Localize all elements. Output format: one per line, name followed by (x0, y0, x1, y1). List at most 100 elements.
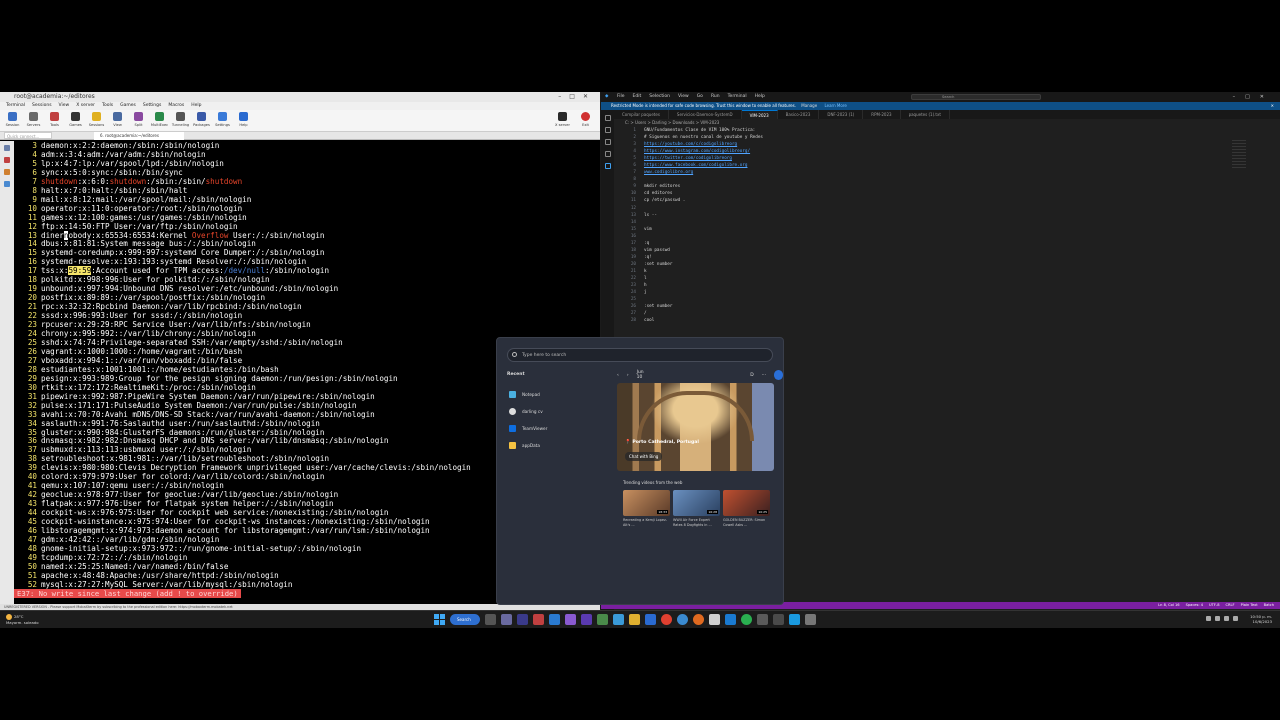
packages-button[interactable]: Packages (193, 112, 210, 127)
app4-icon[interactable] (805, 614, 816, 625)
profile-initial[interactable]: D (750, 373, 753, 378)
teams-icon[interactable] (517, 614, 528, 625)
tab-paquetes[interactable]: paquetes (1).txt (901, 110, 950, 119)
chevron-right-icon[interactable]: › (627, 373, 629, 378)
help-button[interactable]: Help (235, 112, 252, 127)
settings-taskbar-icon[interactable] (757, 614, 768, 625)
menu-tools[interactable]: Tools (102, 102, 113, 110)
terminal-icon[interactable] (597, 614, 608, 625)
start-search-input[interactable]: Type here to search (507, 348, 773, 362)
menu-run[interactable]: Run (711, 92, 720, 102)
menu-view[interactable]: View (59, 102, 70, 110)
menu-view[interactable]: View (678, 92, 689, 102)
menu-games[interactable]: Games (120, 102, 136, 110)
quick-connect-input[interactable]: Quick connect... (4, 132, 52, 139)
firefox-icon[interactable] (693, 614, 704, 625)
sessions-sidebar-icon[interactable] (4, 145, 10, 151)
task-view-icon[interactable] (485, 614, 496, 625)
learn-more-link[interactable]: Learn More (824, 103, 846, 108)
line-ending[interactable]: CRLF (1226, 602, 1235, 609)
edge-taskbar-icon[interactable] (677, 614, 688, 625)
exit-button[interactable]: Exit (577, 112, 594, 127)
command-search-input[interactable]: Search (911, 94, 1041, 100)
app-icon[interactable] (533, 614, 544, 625)
window-controls[interactable]: –□✕ (1233, 92, 1274, 102)
tab-vim-2023[interactable]: VIM-2023 (741, 110, 778, 119)
menu-go[interactable]: Go (697, 92, 703, 102)
xserver-button[interactable]: X server (554, 112, 571, 127)
macros-sidebar-icon[interactable] (4, 169, 10, 175)
servers-button[interactable]: Servers (25, 112, 42, 127)
visual-studio-icon[interactable] (565, 614, 576, 625)
windows-start-icon[interactable] (434, 614, 445, 625)
language-batch[interactable]: Batch (1264, 602, 1274, 609)
manage-link[interactable]: Manage (801, 103, 817, 108)
indentation[interactable]: Spaces: 4 (1186, 602, 1203, 609)
menu-selection[interactable]: Selection (649, 92, 670, 102)
cursor-position[interactable]: Ln 8, Col 16 (1158, 602, 1179, 609)
language-mode[interactable]: Plain Text (1241, 602, 1258, 609)
window-controls[interactable]: –□✕ (558, 92, 596, 102)
tools-button[interactable]: Tools (46, 112, 63, 127)
edge-icon[interactable] (613, 614, 624, 625)
bing-hero-image[interactable]: 📍 Porto Cathedral, Portugal Chat with Bi… (617, 383, 774, 471)
menu-help[interactable]: Help (191, 102, 201, 110)
wifi-icon[interactable] (1215, 616, 1220, 621)
tools-sidebar-icon[interactable] (4, 157, 10, 163)
extensions-icon[interactable] (604, 163, 611, 169)
encoding[interactable]: UTF-8 (1209, 602, 1219, 609)
app2-icon[interactable] (709, 614, 720, 625)
tab-compilar-paquetes[interactable]: Compilar paquetes (614, 110, 669, 119)
speaker-icon[interactable] (1224, 616, 1229, 621)
taskbar-search-button[interactable]: Search (450, 614, 480, 625)
close-icon[interactable]: ✕ (1271, 102, 1274, 110)
menu-xserver[interactable]: X server (76, 102, 95, 110)
tunneling-button[interactable]: Tunneling (172, 112, 189, 127)
tab-dnf-2023[interactable]: DNF-2023 (1) (819, 110, 864, 119)
recent-item-appdata[interactable]: appData (509, 437, 547, 454)
menu-sessions[interactable]: Sessions (32, 102, 52, 110)
spotify-icon[interactable] (741, 614, 752, 625)
tab-basico-2023[interactable]: Basico-2023 (778, 110, 820, 119)
chat-with-bing-button[interactable]: Chat with Bing (625, 452, 663, 461)
split-button[interactable]: Split (130, 112, 147, 127)
chevron-left-icon[interactable]: ‹ (617, 373, 619, 378)
menu-file[interactable]: File (617, 92, 625, 102)
app3-icon[interactable] (773, 614, 784, 625)
more-icon[interactable]: ··· (762, 373, 766, 378)
chat-icon[interactable] (501, 614, 512, 625)
sftp-sidebar-icon[interactable] (4, 181, 10, 187)
clock[interactable]: 10:50 p. m. 10/6/2023 (1250, 614, 1272, 624)
run-debug-icon[interactable] (604, 151, 611, 157)
search-icon[interactable] (604, 127, 611, 133)
menu-terminal[interactable]: Terminal (728, 92, 747, 102)
settings-button[interactable]: Settings (214, 112, 231, 127)
menu-settings[interactable]: Settings (143, 102, 161, 110)
chevron-up-icon[interactable] (1206, 616, 1211, 621)
menu-help[interactable]: Help (755, 92, 765, 102)
bing-icon[interactable] (774, 370, 784, 380)
source-control-icon[interactable] (604, 139, 611, 145)
video-card[interactable]: 16:28 WWII Air Force Expert Rates 8 Dogf… (673, 490, 720, 528)
sessions-button[interactable]: Sessions (88, 112, 105, 127)
zoom-icon[interactable] (789, 614, 800, 625)
menu-edit[interactable]: Edit (633, 92, 642, 102)
chrome-taskbar-icon[interactable] (661, 614, 672, 625)
code-editor[interactable]: 1 GNU/Fundamentos Clase de VIM 100% Pract… (614, 127, 1280, 327)
breadcrumb[interactable]: C: > Users > Darling > Downloads > VIM-2… (625, 120, 719, 125)
vscode-taskbar-icon[interactable] (549, 614, 560, 625)
recent-item-darling-cv[interactable]: darling cv (509, 403, 547, 420)
file-explorer-icon[interactable] (629, 614, 640, 625)
view-button[interactable]: View (109, 112, 126, 127)
session-tab[interactable]: 6. root@academia:~/editores (94, 132, 184, 140)
video-card[interactable]: 18:33 Recreating a Kemji Lopez-Alt's ... (623, 490, 670, 528)
menu-terminal[interactable]: Terminal (6, 102, 25, 110)
vs-icon[interactable] (581, 614, 592, 625)
battery-icon[interactable] (1233, 616, 1238, 621)
tab-servicios[interactable]: Servicios-Daemon-SystemD (669, 110, 742, 119)
minimap[interactable] (1232, 140, 1246, 170)
recent-item-teamviewer[interactable]: TeamViewer (509, 420, 547, 437)
games-button[interactable]: Games (67, 112, 84, 127)
explorer-icon[interactable] (604, 115, 611, 121)
recent-item-notepad[interactable]: Notepad (509, 386, 547, 403)
